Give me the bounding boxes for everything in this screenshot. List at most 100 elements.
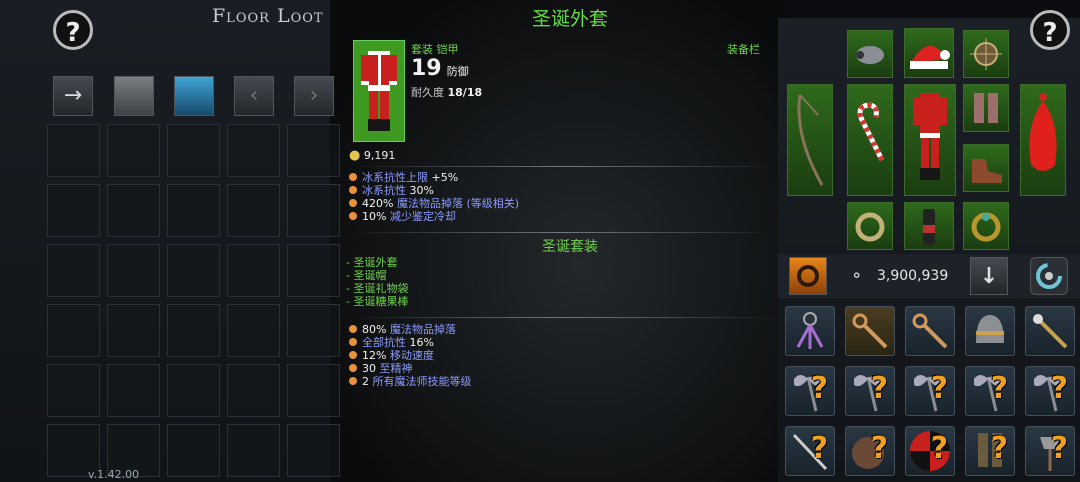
floor-loot-slot[interactable]	[227, 124, 280, 177]
inventory-slot-unknown-axe[interactable]: ?	[905, 366, 955, 416]
stat-post: 移动速度	[386, 349, 434, 362]
equip-slot-offhand[interactable]	[847, 84, 893, 196]
floor-loot-slot[interactable]	[287, 184, 340, 237]
sort-down-button[interactable]: ↓	[970, 257, 1008, 295]
floor-loot-slot[interactable]	[227, 184, 280, 237]
floor-loot-slot[interactable]	[47, 304, 100, 357]
floor-loot-slot[interactable]	[167, 184, 220, 237]
unidentified-icon: ?	[990, 431, 1008, 466]
stat-val: 12%	[362, 349, 387, 362]
inventory-slot-unknown-round-shield[interactable]: ?	[905, 426, 955, 476]
stat-line: 10% 减少鉴定冷却	[349, 210, 519, 223]
inventory-slot-keyring[interactable]	[785, 306, 835, 356]
floor-loot-slot[interactable]	[227, 424, 280, 477]
equip-slot-bag[interactable]	[1020, 84, 1066, 196]
equip-slot-gloves[interactable]	[963, 84, 1009, 132]
durability-label: 耐久度	[411, 86, 444, 99]
inventory-slot-unknown-axe[interactable]: ?	[1025, 426, 1075, 476]
floor-loot-slot[interactable]	[287, 304, 340, 357]
take-all-arrow-button[interactable]: →	[53, 76, 93, 116]
portal-button[interactable]	[789, 257, 827, 295]
defense-value: 19	[411, 56, 442, 81]
floor-loot-slot[interactable]	[287, 124, 340, 177]
floor-loot-slot[interactable]	[107, 364, 160, 417]
floor-loot-slot[interactable]	[287, 424, 340, 477]
divider	[349, 317, 779, 318]
floor-loot-slot[interactable]	[167, 424, 220, 477]
floor-loot-slot[interactable]	[47, 184, 100, 237]
unidentified-icon: ?	[870, 431, 888, 466]
inventory-slot-unknown-axe[interactable]: ?	[965, 366, 1015, 416]
next-page-button[interactable]: ›	[294, 76, 334, 116]
floor-loot-help-button[interactable]: ?	[53, 10, 93, 50]
equip-slot-weapon[interactable]	[787, 84, 833, 196]
inventory-slot-unknown-sword[interactable]: ?	[785, 426, 835, 476]
defense-row: 19 防御	[411, 56, 469, 81]
inventory-slot-unknown-shield[interactable]: ?	[845, 426, 895, 476]
floor-loot-slot[interactable]	[227, 244, 280, 297]
arrow-right-icon: →	[63, 83, 83, 108]
refresh-button[interactable]	[1030, 257, 1068, 295]
floor-loot-slot[interactable]	[287, 364, 340, 417]
stat-val: 10%	[362, 210, 387, 223]
stat-line: 420% 魔法物品掉落 (等级相关)	[349, 197, 519, 210]
equip-slot-boots[interactable]	[963, 144, 1009, 192]
stat-line: 冰系抗性上限 +5%	[349, 171, 519, 184]
inventory-slot-unknown-axe[interactable]: ?	[1025, 366, 1075, 416]
equip-slot-armor[interactable]	[904, 84, 956, 196]
floor-loot-slot[interactable]	[107, 304, 160, 357]
set-item: - 圣诞糖果棒	[346, 295, 409, 308]
bullet-icon	[349, 364, 357, 372]
stat-post: 魔法物品掉落	[386, 323, 456, 336]
set-items-list: - 圣诞外套 - 圣诞帽 - 圣诞礼物袋 - 圣诞糖果棒	[346, 256, 408, 308]
equip-slot-emblem[interactable]	[963, 30, 1009, 78]
floor-loot-slot[interactable]	[47, 124, 100, 177]
floor-loot-slot[interactable]	[287, 244, 340, 297]
filter-grey-tab[interactable]	[114, 76, 154, 116]
stat-val: 30	[362, 362, 376, 375]
equip-slot-helmet[interactable]	[904, 28, 954, 78]
gold-coin-icon: ●	[349, 148, 361, 163]
stat-post: 减少鉴定冷却	[386, 210, 456, 223]
unidentified-icon: ?	[870, 371, 888, 406]
floor-loot-slot[interactable]	[167, 364, 220, 417]
inventory-slot-scepter[interactable]	[1025, 306, 1075, 356]
floor-loot-slot[interactable]	[227, 364, 280, 417]
durability-row: 耐久度 18/18	[411, 84, 482, 100]
inventory-slot-unknown-boots[interactable]: ?	[965, 426, 1015, 476]
floor-loot-grid	[47, 124, 340, 477]
unidentified-icon: ?	[810, 431, 828, 466]
item-type: 套装 铠甲	[411, 43, 459, 56]
floor-loot-slot[interactable]	[107, 184, 160, 237]
durability-value: 18/18	[447, 86, 483, 99]
floor-loot-slot[interactable]	[227, 304, 280, 357]
inventory-slot-gold-key[interactable]	[845, 306, 895, 356]
equip-slot-amulet[interactable]	[847, 30, 893, 78]
floor-loot-slot[interactable]	[167, 304, 220, 357]
unidentified-icon: ?	[990, 371, 1008, 406]
floor-loot-slot[interactable]	[47, 244, 100, 297]
inventory-slot-unknown-axe[interactable]: ?	[785, 366, 835, 416]
equipment-help-button[interactable]: ?	[1030, 10, 1070, 50]
filter-blue-tab[interactable]	[174, 76, 214, 116]
stats-list: 冰系抗性上限 +5% 冰系抗性 30% 420% 魔法物品掉落 (等级相关) 10% …	[349, 171, 519, 223]
stat-val: 2	[362, 375, 369, 388]
equip-slot-ring-right[interactable]	[963, 202, 1009, 250]
inventory-slot-helmet[interactable]	[965, 306, 1015, 356]
inventory-slot-unknown-axe[interactable]: ?	[845, 366, 895, 416]
floor-loot-slot[interactable]	[47, 364, 100, 417]
stat-line: 2 所有魔法师技能等级	[349, 375, 472, 388]
unidentified-icon: ?	[1050, 431, 1068, 466]
floor-loot-slot[interactable]	[107, 124, 160, 177]
inventory-slot-key[interactable]	[905, 306, 955, 356]
equip-slot-ring-left[interactable]	[847, 202, 893, 250]
prev-page-button[interactable]: ‹	[234, 76, 274, 116]
stat-val: 30%	[409, 184, 434, 197]
set-bonus-list: 80% 魔法物品掉落 全部抗性 16% 12% 移动速度 30 至精神 2 所有魔法师技…	[349, 323, 472, 388]
stat-val: +5%	[431, 171, 459, 184]
set-title: 圣诞套装	[542, 239, 598, 255]
floor-loot-slot[interactable]	[167, 124, 220, 177]
equip-slot-belt[interactable]	[904, 202, 954, 250]
floor-loot-slot[interactable]	[107, 244, 160, 297]
floor-loot-slot[interactable]	[167, 244, 220, 297]
